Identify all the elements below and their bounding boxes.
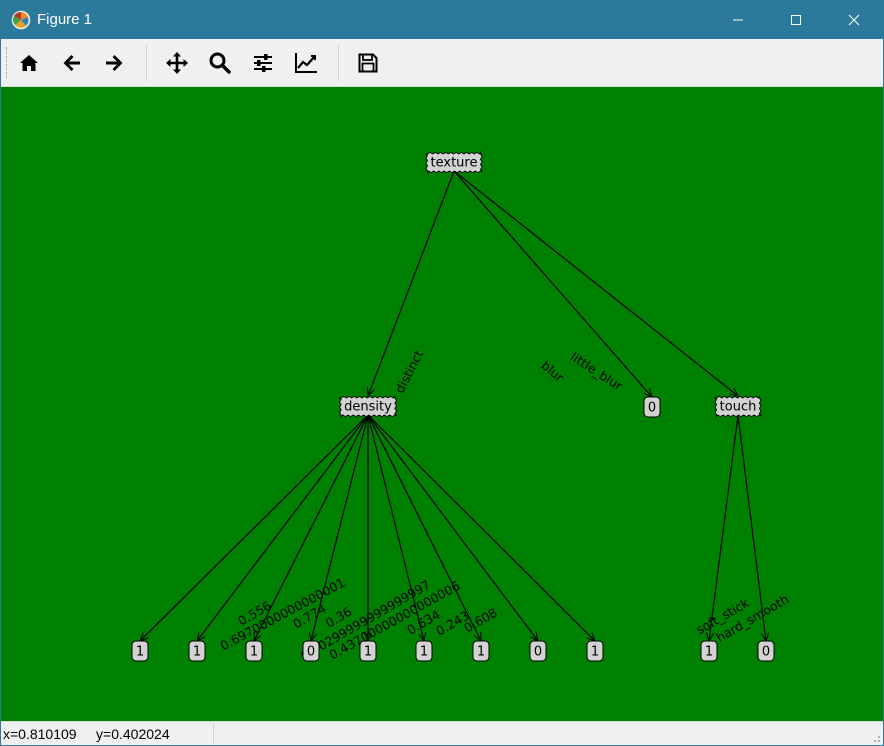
cursor-x-readout: x=0.810109 [3,726,77,742]
leaf-node-label: 1 [477,645,485,660]
edge-label: distinct [392,348,426,396]
matplotlib-logo-icon [11,10,31,30]
leaf-node-label: 0 [534,645,542,660]
title-bar[interactable]: Figure 1 [1,1,883,39]
decision-node-label: texture [431,156,478,171]
leaf-node-d9: 1 [586,640,604,662]
window-title: Figure 1 [37,11,93,28]
status-divider [213,724,214,744]
figure-window: Figure 1 distinct blur little_blur 0.556… [0,0,884,746]
home-button[interactable] [13,47,45,79]
move-arrows-icon [166,52,188,74]
leaf-node-d8: 0 [529,640,547,662]
leaf-node-label: 1 [136,645,144,660]
forward-button[interactable] [98,47,130,79]
edit-axis-button[interactable] [290,47,322,79]
decision-node-label: touch [720,400,757,415]
decision-node-density: density [338,395,398,418]
leaf-node-label: 0 [307,645,315,660]
leaf-node-label: 1 [250,645,258,660]
leaf-node-d6: 1 [415,640,433,662]
leaf-node-label: 1 [705,645,713,660]
leaf-node-label: 0 [648,401,656,416]
save-button[interactable] [352,47,384,79]
close-icon [848,14,860,26]
minimize-button[interactable] [709,1,767,39]
leaf-node-d4: 0 [302,640,320,662]
sliders-icon [254,54,272,72]
leaf-node-label: 0 [762,645,770,660]
magnifier-icon [209,52,231,74]
resize-grip-icon[interactable] [871,733,881,743]
home-icon [20,55,38,71]
leaf-node-d2: 1 [188,640,206,662]
leaf-node-d5: 1 [359,640,377,662]
cursor-coordinates: x=0.810109 y=0.402024 [3,726,170,743]
leaf-node-c1: 1 [700,640,718,662]
toolbar-grip[interactable] [6,47,9,79]
edge-label: 0.608 [461,605,500,636]
pan-button[interactable] [161,47,193,79]
close-button[interactable] [825,1,883,39]
edge-label: blur [538,358,567,386]
back-button[interactable] [56,47,88,79]
decision-tree-plot[interactable]: distinct blur little_blur0.5560.6970000000… [1,87,883,721]
zoom-button[interactable] [204,47,236,79]
decision-node-touch: touch [713,394,763,419]
leaf-node-label: 1 [591,645,599,660]
leaf-node-tblur: 0 [643,396,661,418]
leaf-node-c2: 0 [757,640,775,662]
line-chart-icon [295,53,317,73]
leaf-node-label: 1 [193,645,201,660]
toolbar-separator [338,45,339,81]
configure-subplots-button[interactable] [247,47,279,79]
maximize-button[interactable] [767,1,825,39]
leaf-node-d7: 1 [472,640,490,662]
leaf-node-label: 1 [364,645,372,660]
navigation-toolbar [1,39,883,87]
edge-label: little_blur [568,349,626,394]
leaf-node-d3: 1 [245,640,263,662]
leaf-node-d1: 1 [131,640,149,662]
arrow-right-icon [106,55,123,71]
figure-canvas[interactable]: distinct blur little_blur 0.556 0.6970000000… [1,87,883,721]
leaf-node-label: 1 [420,645,428,660]
floppy-disk-icon [358,53,378,73]
toolbar-separator [146,45,147,81]
cursor-y-readout: y=0.402024 [96,726,170,742]
maximize-icon [791,15,801,25]
status-bar: x=0.810109 y=0.402024 [1,721,883,745]
arrow-left-icon [63,55,80,71]
decision-node-texture: texture [424,150,484,175]
minimize-icon [733,19,743,21]
decision-node-label: density [344,400,392,415]
